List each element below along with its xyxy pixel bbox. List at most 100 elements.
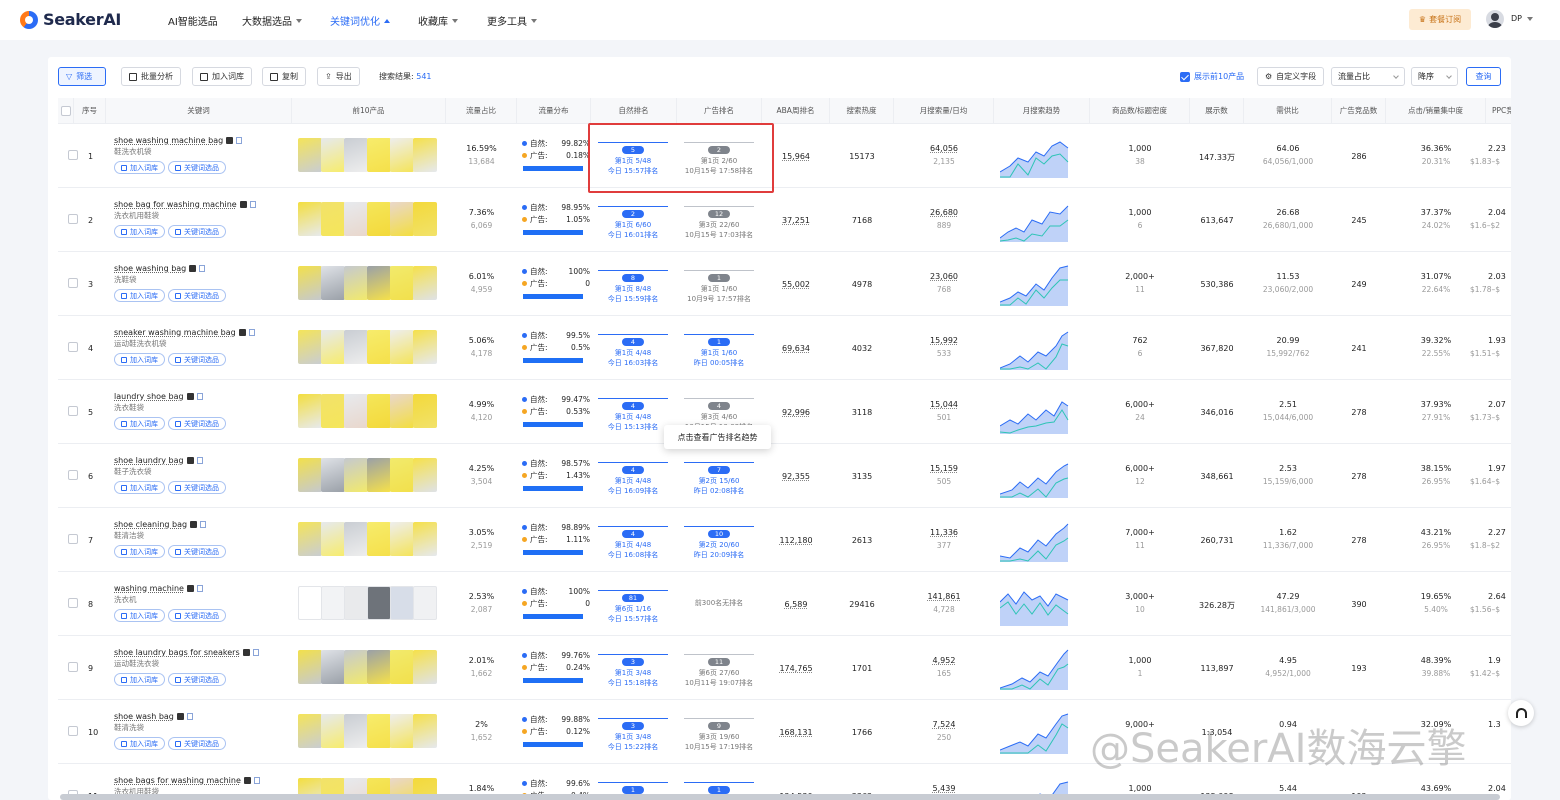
copy-icon[interactable]	[196, 585, 203, 592]
col-traffic-share[interactable]: 流量占比	[446, 98, 517, 124]
search-trend-sparkline[interactable]	[1000, 326, 1070, 370]
add-to-library-tag[interactable]: 加入词库	[114, 289, 165, 302]
keyword-link[interactable]: shoe bags for washing machine	[114, 776, 260, 785]
keyword-link[interactable]: shoe wash bag	[114, 712, 193, 721]
product-thumbnail[interactable]	[390, 394, 414, 428]
product-thumbnail[interactable]	[321, 714, 345, 748]
amazon-icon[interactable]	[186, 585, 194, 592]
copy-icon[interactable]	[196, 457, 203, 464]
table-row[interactable]: 8 washing machine 洗衣机 加入词库 关键词选品 2.53% 2,087 自然…	[58, 572, 1511, 636]
add-to-library-button[interactable]: 加入词库	[192, 67, 252, 86]
product-thumbnail[interactable]	[298, 138, 322, 172]
brand-logo[interactable]: SeakerAI	[20, 10, 121, 29]
keyword-link[interactable]: shoe washing machine bag	[114, 136, 243, 145]
rank-cell[interactable]: 3 第1页 3/48 今日 15:22排名	[598, 713, 668, 752]
row-checkbox[interactable]	[68, 726, 78, 736]
keyword-select-tag[interactable]: 关键词选品	[168, 737, 226, 750]
table-row[interactable]: 5 laundry shoe bag 洗衣鞋袋 加入词库 关键词选品 4.99% 4,120…	[58, 380, 1511, 444]
product-thumbnail[interactable]	[413, 330, 437, 364]
copy-icon[interactable]	[186, 713, 193, 720]
table-row[interactable]: 9 shoe laundry bags for sneakers 运动鞋洗衣袋 加入词…	[58, 636, 1511, 700]
amazon-icon[interactable]	[176, 713, 184, 720]
rank-cell[interactable]: 11 第6页 27/60 10月11号 19:07排名	[684, 649, 754, 688]
add-to-library-tag[interactable]: 加入词库	[114, 737, 165, 750]
product-thumbnail[interactable]	[344, 138, 368, 172]
row-checkbox[interactable]	[68, 534, 78, 544]
copy-icon[interactable]	[253, 777, 260, 784]
amazon-icon[interactable]	[186, 457, 194, 464]
table-row[interactable]: 7 shoe cleaning bag 鞋清洁袋 加入词库 关键词选品 3.05% 2,51…	[58, 508, 1511, 572]
search-trend-sparkline[interactable]	[1000, 134, 1070, 178]
keyword-link[interactable]: shoe washing bag	[114, 264, 206, 273]
copy-icon[interactable]	[199, 265, 206, 272]
add-to-library-tag[interactable]: 加入词库	[114, 161, 165, 174]
sort-order-select[interactable]: 降序	[1411, 67, 1458, 86]
col-search-heat[interactable]: 搜索热度	[830, 98, 894, 124]
search-trend-sparkline[interactable]	[1000, 198, 1070, 242]
add-to-library-tag[interactable]: 加入词库	[114, 481, 165, 494]
user-menu[interactable]: DP	[1511, 14, 1533, 23]
product-thumbnail[interactable]	[321, 330, 345, 364]
product-thumbnail[interactable]	[298, 330, 322, 364]
query-button[interactable]: 查询	[1466, 67, 1501, 86]
product-thumbnail[interactable]	[344, 266, 368, 300]
keyword-link[interactable]: shoe laundry bag	[114, 456, 203, 465]
product-thumbnail[interactable]	[344, 458, 368, 492]
nav-keyword-optimize[interactable]: 关键词优化	[330, 13, 390, 28]
keyword-select-tag[interactable]: 关键词选品	[168, 481, 226, 494]
product-thumbnail[interactable]	[390, 586, 414, 620]
product-thumbnail[interactable]	[298, 714, 322, 748]
amazon-icon[interactable]	[239, 201, 247, 208]
amazon-icon[interactable]	[226, 137, 234, 144]
product-thumbnail[interactable]	[390, 138, 414, 172]
row-checkbox[interactable]	[68, 150, 78, 160]
row-checkbox[interactable]	[68, 214, 78, 224]
search-trend-sparkline[interactable]	[1000, 582, 1070, 626]
select-all[interactable]	[58, 98, 74, 124]
product-thumbnail[interactable]	[413, 266, 437, 300]
product-thumbnail[interactable]	[413, 458, 437, 492]
product-thumbnail[interactable]	[367, 138, 391, 172]
search-trend-sparkline[interactable]	[1000, 518, 1070, 562]
keyword-select-tag[interactable]: 关键词选品	[168, 225, 226, 238]
rank-cell[interactable]: 4 第1页 4/48 今日 16:08排名	[598, 521, 668, 560]
custom-field-button[interactable]: ⚙ 自定义字段	[1257, 67, 1325, 86]
search-trend-sparkline[interactable]	[1000, 710, 1070, 754]
amazon-icon[interactable]	[238, 329, 246, 336]
col-click-concentration[interactable]: 点击/销量集中度	[1386, 98, 1486, 124]
product-thumbnail[interactable]	[344, 522, 368, 556]
rank-cell[interactable]: 8 第1页 8/48 今日 15:59排名	[598, 265, 668, 304]
search-trend-sparkline[interactable]	[1000, 262, 1070, 306]
sort-field-select[interactable]: 流量占比	[1331, 67, 1405, 86]
product-thumbnail[interactable]	[298, 458, 322, 492]
add-to-library-tag[interactable]: 加入词库	[114, 417, 165, 430]
product-thumbnail[interactable]	[321, 650, 345, 684]
rank-cell[interactable]: 4 第1页 4/48 今日 16:09排名	[598, 457, 668, 496]
keyword-select-tag[interactable]: 关键词选品	[168, 161, 226, 174]
amazon-icon[interactable]	[186, 393, 194, 400]
product-thumbnail[interactable]	[344, 714, 368, 748]
keyword-select-tag[interactable]: 关键词选品	[168, 609, 226, 622]
rank-cell[interactable]: 前300名无排名	[684, 598, 754, 608]
search-trend-sparkline[interactable]	[1000, 454, 1070, 498]
batch-analysis-button[interactable]: 批量分析	[121, 67, 181, 86]
add-to-library-tag[interactable]: 加入词库	[114, 609, 165, 622]
product-thumbnail[interactable]	[298, 650, 322, 684]
copy-icon[interactable]	[200, 521, 207, 528]
nav-bigdata[interactable]: 大数据选品	[242, 13, 302, 28]
product-thumbnail[interactable]	[321, 202, 345, 236]
add-to-library-tag[interactable]: 加入词库	[114, 225, 165, 238]
product-thumbnail[interactable]	[390, 202, 414, 236]
product-thumbnail[interactable]	[321, 586, 345, 620]
rank-cell[interactable]: 3 第1页 3/48 今日 15:18排名	[598, 649, 668, 688]
rank-cell[interactable]: 4 第1页 4/48 今日 15:13排名	[598, 393, 668, 432]
product-thumbnail[interactable]	[298, 202, 322, 236]
show-top10-toggle[interactable]: 展示前10产品	[1180, 71, 1244, 82]
product-thumbnail[interactable]	[413, 202, 437, 236]
product-thumbnail[interactable]	[413, 138, 437, 172]
keyword-select-tag[interactable]: 关键词选品	[168, 417, 226, 430]
row-checkbox[interactable]	[68, 662, 78, 672]
keyword-select-tag[interactable]: 关键词选品	[168, 545, 226, 558]
keyword-select-tag[interactable]: 关键词选品	[168, 353, 226, 366]
product-thumbnail[interactable]	[321, 138, 345, 172]
